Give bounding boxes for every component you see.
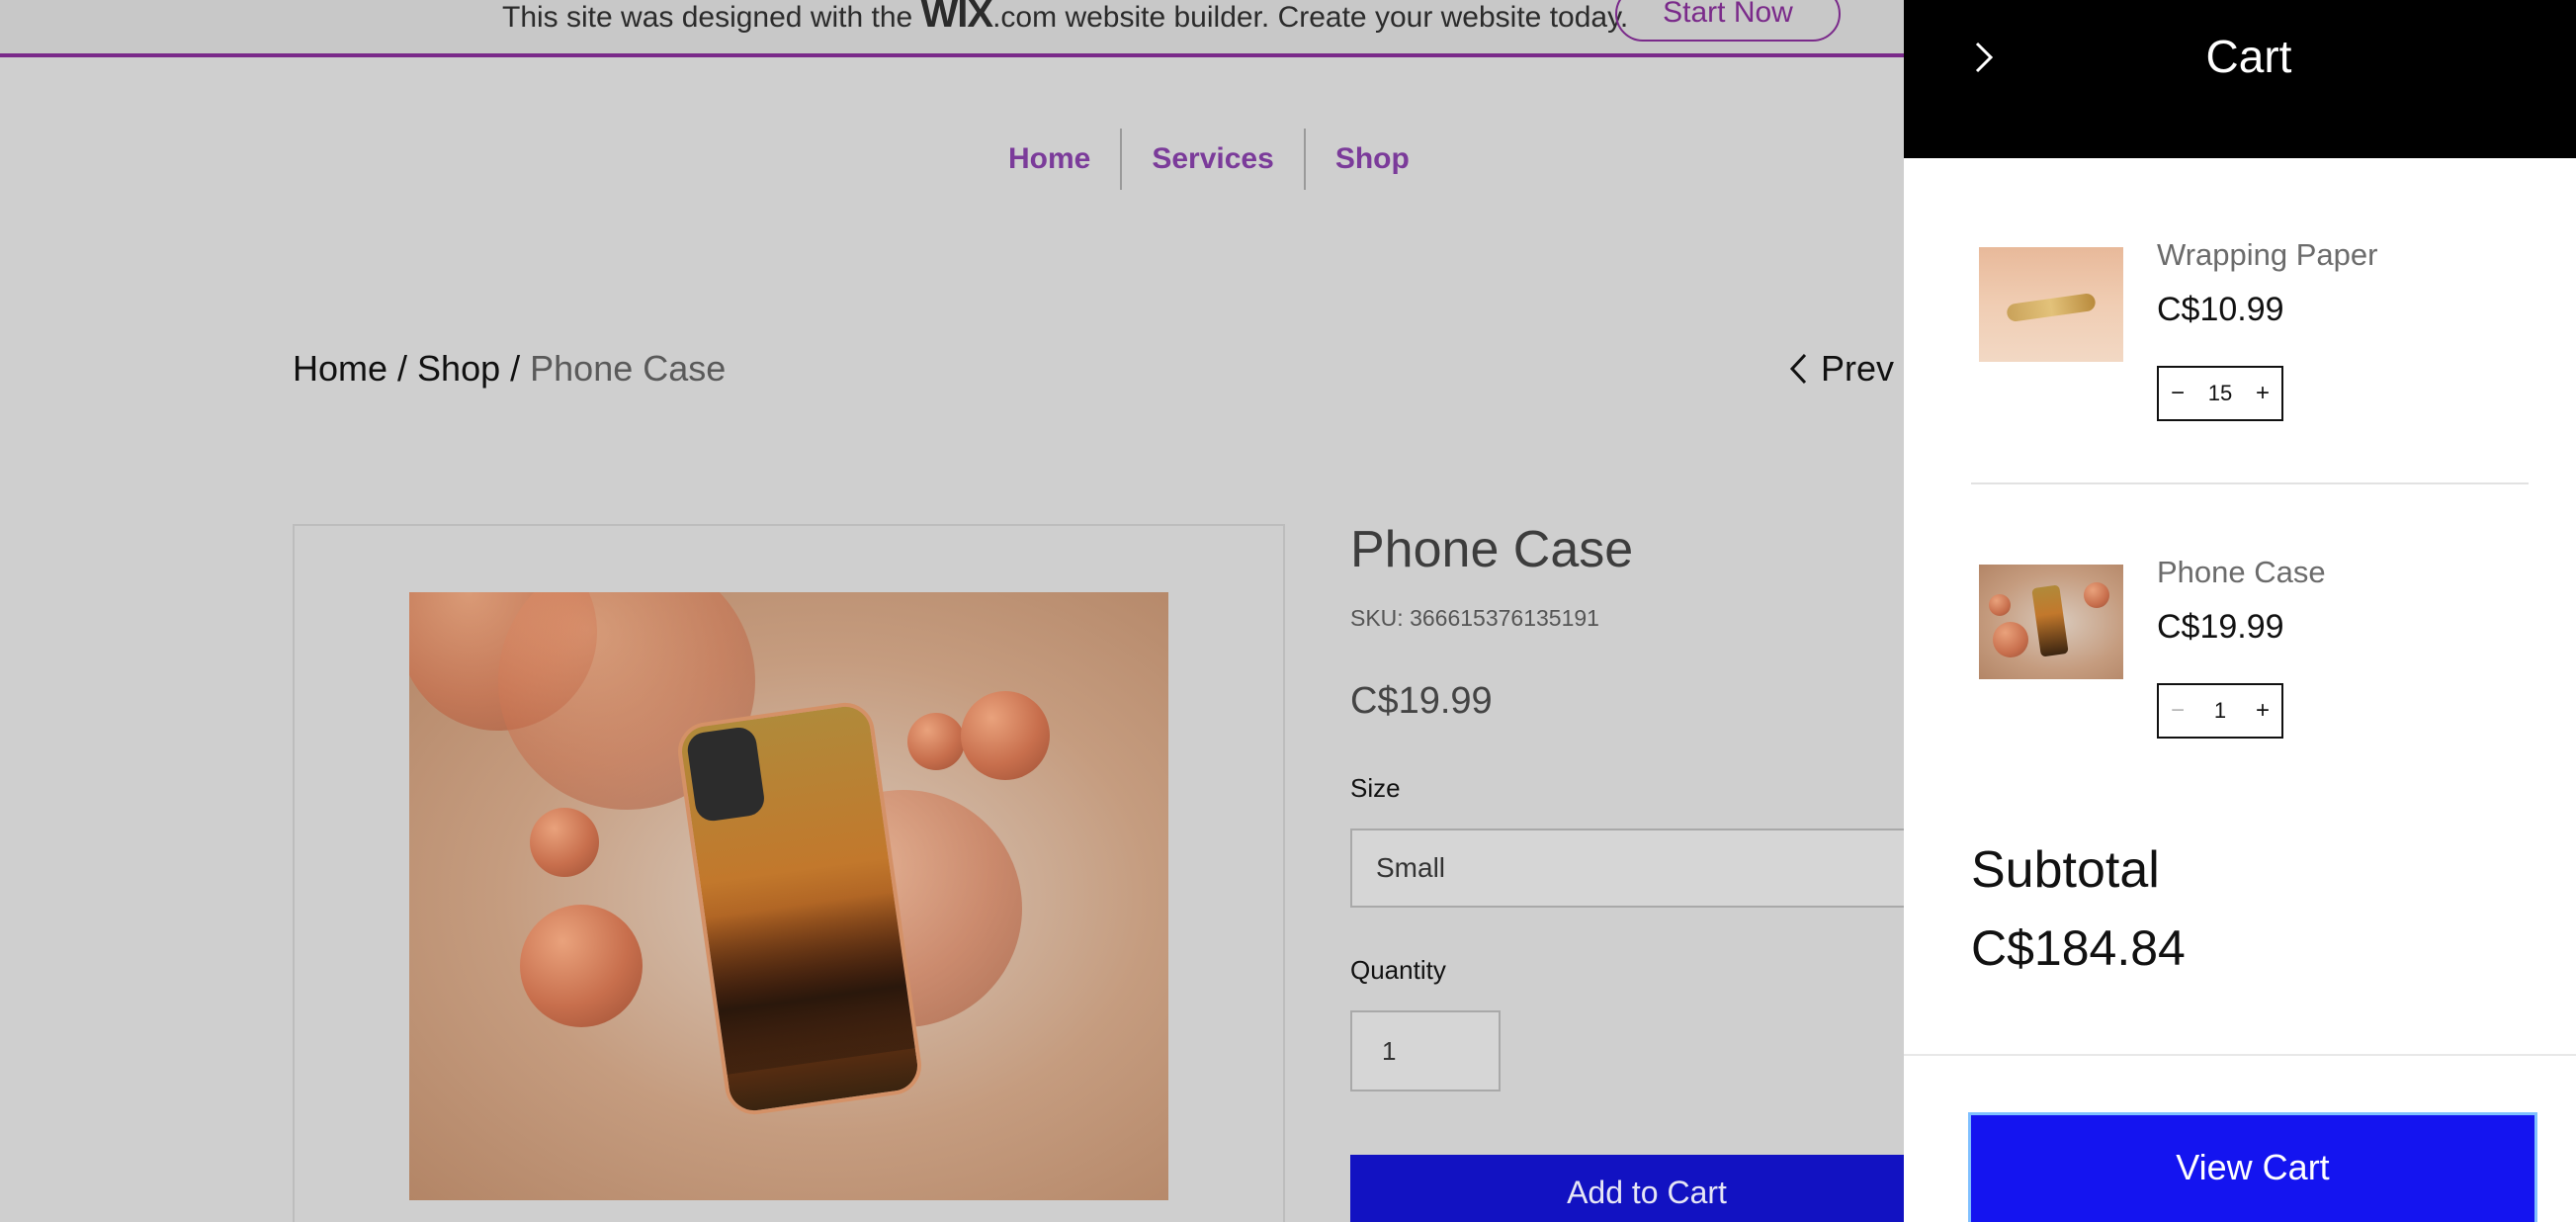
quantity-input[interactable]: 1 — [1350, 1010, 1501, 1091]
quantity-stepper: − 15 + — [2157, 366, 2283, 421]
size-label: Size — [1350, 773, 1401, 803]
wix-promo-banner: This site was designed with the WIX.com … — [0, 0, 1904, 57]
minus-icon[interactable]: − — [2167, 382, 2189, 405]
cart-item-name[interactable]: Phone Case — [2157, 555, 2326, 590]
wix-banner-text: This site was designed with the WIX.com … — [502, 0, 1628, 37]
view-cart-button[interactable]: View Cart — [1971, 1115, 2534, 1222]
phone-camera — [685, 725, 767, 824]
plus-icon[interactable]: + — [2252, 382, 2274, 405]
cart-title: Cart — [2205, 31, 2292, 82]
plus-icon[interactable]: + — [2252, 699, 2274, 723]
nav-item-services[interactable]: Services — [1122, 129, 1303, 190]
footer-divider — [1904, 1054, 2576, 1056]
sphere-decoration — [2084, 582, 2109, 608]
sphere-decoration — [530, 808, 599, 877]
breadcrumb-home[interactable]: Home — [293, 348, 387, 389]
start-now-button[interactable]: Start Now — [1615, 0, 1841, 42]
subtotal-label: Subtotal — [1971, 841, 2160, 899]
quantity-stepper: − 1 + — [2157, 683, 2283, 739]
add-to-cart-button[interactable]: Add to Cart — [1350, 1155, 1943, 1222]
breadcrumb-separator: / — [387, 348, 418, 389]
size-dropdown[interactable]: Small — [1350, 829, 1943, 908]
wix-banner-text-after: .com website builder. Create your websit… — [992, 1, 1629, 34]
breadcrumb: Home / Shop / Phone Case — [293, 348, 726, 390]
breadcrumb-shop[interactable]: Shop — [417, 348, 500, 389]
breadcrumb-separator: / — [500, 348, 531, 389]
subtotal-value: C$184.84 — [1971, 920, 2186, 976]
sphere-decoration — [1989, 594, 2011, 616]
breadcrumb-current: Phone Case — [530, 348, 727, 389]
quantity-value[interactable]: 1 — [2214, 698, 2226, 724]
main-nav: Home Services Shop — [979, 129, 1439, 190]
product-price: C$19.99 — [1350, 680, 1493, 722]
item-divider — [1971, 482, 2529, 484]
prev-product-link[interactable]: Prev — [1787, 348, 1894, 390]
sphere-decoration — [961, 691, 1050, 780]
prev-label: Prev — [1821, 348, 1895, 389]
phone-print — [705, 891, 915, 1075]
quantity-label: Quantity — [1350, 955, 1446, 985]
chevron-left-icon — [1789, 353, 1807, 385]
nav-item-shop[interactable]: Shop — [1306, 129, 1439, 190]
phone-case-render — [674, 699, 925, 1118]
minus-icon[interactable]: − — [2167, 699, 2189, 723]
sphere-decoration — [520, 905, 643, 1027]
paper-roll — [2006, 292, 2097, 323]
sphere-decoration — [907, 713, 965, 770]
product-title: Phone Case — [1350, 521, 1634, 578]
wrapping-paper-thumbnail[interactable] — [1979, 247, 2123, 362]
cart-item-price: C$19.99 — [2157, 608, 2284, 646]
product-image[interactable] — [409, 592, 1168, 1200]
sphere-decoration — [1993, 622, 2028, 657]
cart-header: Cart — [1904, 0, 2576, 158]
nav-item-home[interactable]: Home — [979, 129, 1120, 190]
cart-item-name[interactable]: Wrapping Paper — [2157, 237, 2377, 273]
phone-case-render — [2031, 584, 2069, 657]
phone-case-thumbnail[interactable] — [1979, 565, 2123, 679]
cart-item-price: C$10.99 — [2157, 291, 2284, 328]
wix-logo: WIX — [920, 0, 994, 36]
product-sku: SKU: 366615376135191 — [1350, 605, 1599, 631]
cart-drawer: Cart Wrapping Paper C$10.99 − 15 + Phone… — [1904, 0, 2576, 1222]
wix-banner-text-before: This site was designed with the — [502, 1, 921, 34]
quantity-value[interactable]: 15 — [2208, 381, 2232, 406]
